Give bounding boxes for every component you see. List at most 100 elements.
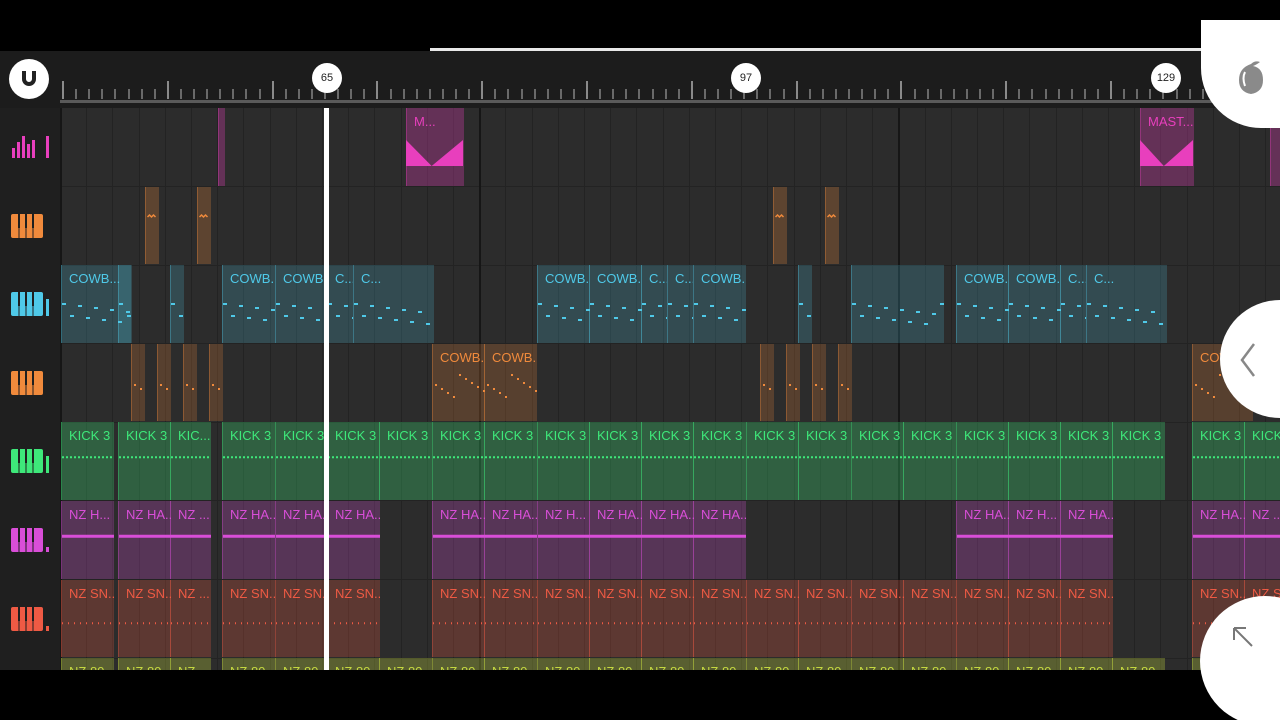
pattern-clip[interactable]: KICK 3 <box>851 422 904 500</box>
pattern-clip[interactable] <box>812 343 826 422</box>
pattern-clip[interactable]: NZ 80 <box>798 658 851 670</box>
pattern-clip[interactable]: NZ 80 <box>537 658 590 670</box>
pattern-clip[interactable]: NZ SN... <box>693 579 746 658</box>
pattern-clip[interactable]: NZ H... <box>537 501 590 579</box>
pattern-clip[interactable]: NZ HA... <box>1192 501 1245 579</box>
pattern-clip[interactable]: KICK 3 <box>432 422 485 500</box>
pattern-clip[interactable] <box>145 186 159 265</box>
pattern-clip[interactable]: NZ HA... <box>432 501 485 579</box>
pattern-clip[interactable]: KICK 3 <box>484 422 537 500</box>
piano-keys-icon[interactable] <box>0 265 60 343</box>
pattern-clip[interactable]: NZ SN... <box>956 579 1009 658</box>
pattern-clip[interactable]: COWB... <box>693 265 746 343</box>
pattern-clip[interactable]: NZ HA... <box>641 501 694 579</box>
pattern-clip[interactable]: NZ 80 <box>1008 658 1061 670</box>
pattern-clip[interactable]: NZ ... <box>1244 501 1280 579</box>
playhead[interactable] <box>324 108 329 670</box>
pattern-clip[interactable]: KICK 3 <box>746 422 799 500</box>
pattern-clip[interactable]: NZ SN... <box>851 579 904 658</box>
pattern-clip[interactable]: NZ HA... <box>484 501 537 579</box>
pattern-clip[interactable]: KICK 3 <box>1244 422 1280 500</box>
pattern-clip[interactable]: KICK 3 <box>61 422 114 500</box>
pattern-clip[interactable]: KICK 3 <box>1192 422 1245 500</box>
pattern-clip[interactable]: NZ 80 <box>1112 658 1165 670</box>
pattern-clip[interactable]: KICK 3 <box>798 422 851 500</box>
pattern-clip[interactable]: NZ SN... <box>432 579 485 658</box>
pattern-clip[interactable]: NZ HA... <box>275 501 328 579</box>
pattern-clip[interactable]: NZ HA... <box>118 501 171 579</box>
pattern-clip[interactable]: KICK 3 <box>641 422 694 500</box>
magnet-icon[interactable] <box>9 59 49 99</box>
pattern-clip[interactable]: NZ 80 <box>956 658 1009 670</box>
pattern-clip[interactable]: KIC... <box>170 422 211 500</box>
piano-keys-icon[interactable] <box>0 580 60 658</box>
pattern-clip[interactable] <box>131 343 145 422</box>
pattern-clip[interactable] <box>218 108 225 186</box>
pattern-clip[interactable]: NZ ... <box>170 579 211 658</box>
pattern-clip[interactable]: NZ SN... <box>484 579 537 658</box>
pattern-clip[interactable]: C... <box>667 265 693 343</box>
pattern-clip[interactable]: KICK 3 <box>903 422 956 500</box>
pattern-clip[interactable]: NZ H... <box>1008 501 1061 579</box>
pattern-clip[interactable]: NZ SN... <box>903 579 956 658</box>
pattern-clip[interactable]: NZ 80 <box>327 658 380 670</box>
pattern-clip[interactable]: NZ ... <box>170 658 211 670</box>
pattern-clip[interactable]: COWB... <box>956 265 1009 343</box>
pattern-clip[interactable]: NZ SN... <box>327 579 380 658</box>
pattern-clip[interactable]: NZ SN... <box>746 579 799 658</box>
pattern-clip[interactable]: KICK 3 <box>327 422 380 500</box>
pattern-clip[interactable]: NZ 80 <box>379 658 432 670</box>
pattern-clip[interactable] <box>157 343 171 422</box>
piano-keys-icon[interactable] <box>0 422 60 500</box>
pattern-clip[interactable]: COWB... <box>275 265 328 343</box>
pattern-clip[interactable]: NZ SN... <box>537 579 590 658</box>
pattern-clip[interactable]: NZ ... <box>170 501 211 579</box>
pattern-clip[interactable]: NZ 80 <box>746 658 799 670</box>
pattern-clip[interactable]: NZ HA... <box>693 501 746 579</box>
pattern-clip[interactable] <box>118 265 132 343</box>
pattern-clip[interactable]: KICK 3 <box>379 422 432 500</box>
pattern-clip[interactable]: KICK 3 <box>589 422 642 500</box>
pattern-clip[interactable]: COWB... <box>537 265 590 343</box>
automation-bars-icon[interactable] <box>0 108 60 186</box>
piano-keys-icon[interactable] <box>0 501 60 579</box>
pattern-clip[interactable]: C... <box>1060 265 1086 343</box>
pattern-clip[interactable] <box>760 343 774 422</box>
piano-keys-icon[interactable] <box>0 344 60 422</box>
pattern-clip[interactable]: NZ SN... <box>61 579 114 658</box>
pattern-clip[interactable]: KICK 3 <box>956 422 1009 500</box>
pattern-clip[interactable]: NZ HA... <box>222 501 275 579</box>
pattern-clip[interactable]: NZ 80 <box>484 658 537 670</box>
pattern-clip[interactable]: NZ SN... <box>118 579 171 658</box>
pattern-clip[interactable] <box>170 265 184 343</box>
pattern-clip[interactable]: KICK 3 <box>1112 422 1165 500</box>
pattern-clip[interactable]: NZ SN... <box>798 579 851 658</box>
pattern-clip[interactable] <box>197 186 211 265</box>
pattern-clip[interactable]: NZ 80 <box>641 658 694 670</box>
pattern-clip[interactable]: KICK 3 <box>222 422 275 500</box>
pattern-clip[interactable] <box>773 186 787 265</box>
pattern-clip[interactable]: NZ SN... <box>1060 579 1113 658</box>
pattern-clip[interactable]: NZ HA... <box>956 501 1009 579</box>
pattern-clip[interactable]: NZ H... <box>61 501 114 579</box>
ruler-marker-97[interactable]: 97 <box>731 63 761 93</box>
pattern-clip[interactable]: KICK 3 <box>1060 422 1113 500</box>
ruler-marker-129[interactable]: 129 <box>1151 63 1181 93</box>
pattern-clip[interactable]: COWB... <box>222 265 275 343</box>
pattern-clip[interactable] <box>851 265 944 343</box>
pattern-clip[interactable]: KICK 3 <box>537 422 590 500</box>
pattern-clip[interactable]: NZ SN... <box>222 579 275 658</box>
pattern-clip[interactable] <box>838 343 852 422</box>
pattern-clip[interactable]: KICK 3 <box>1008 422 1061 500</box>
pattern-clip[interactable]: C... <box>327 265 353 343</box>
pattern-clip[interactable]: NZ 80 <box>118 658 171 670</box>
pattern-clip[interactable]: KICK 3 <box>118 422 171 500</box>
pattern-clip[interactable]: KICK 3 <box>693 422 746 500</box>
pattern-clip[interactable]: COWB... <box>589 265 642 343</box>
pattern-clip[interactable]: NZ 80 <box>275 658 328 670</box>
pattern-clip[interactable] <box>209 343 223 422</box>
pattern-clip[interactable]: COWB... <box>484 343 537 422</box>
pattern-clip[interactable] <box>798 265 812 343</box>
pattern-clip[interactable]: C... <box>641 265 667 343</box>
pattern-clip[interactable]: NZ 80 <box>589 658 642 670</box>
